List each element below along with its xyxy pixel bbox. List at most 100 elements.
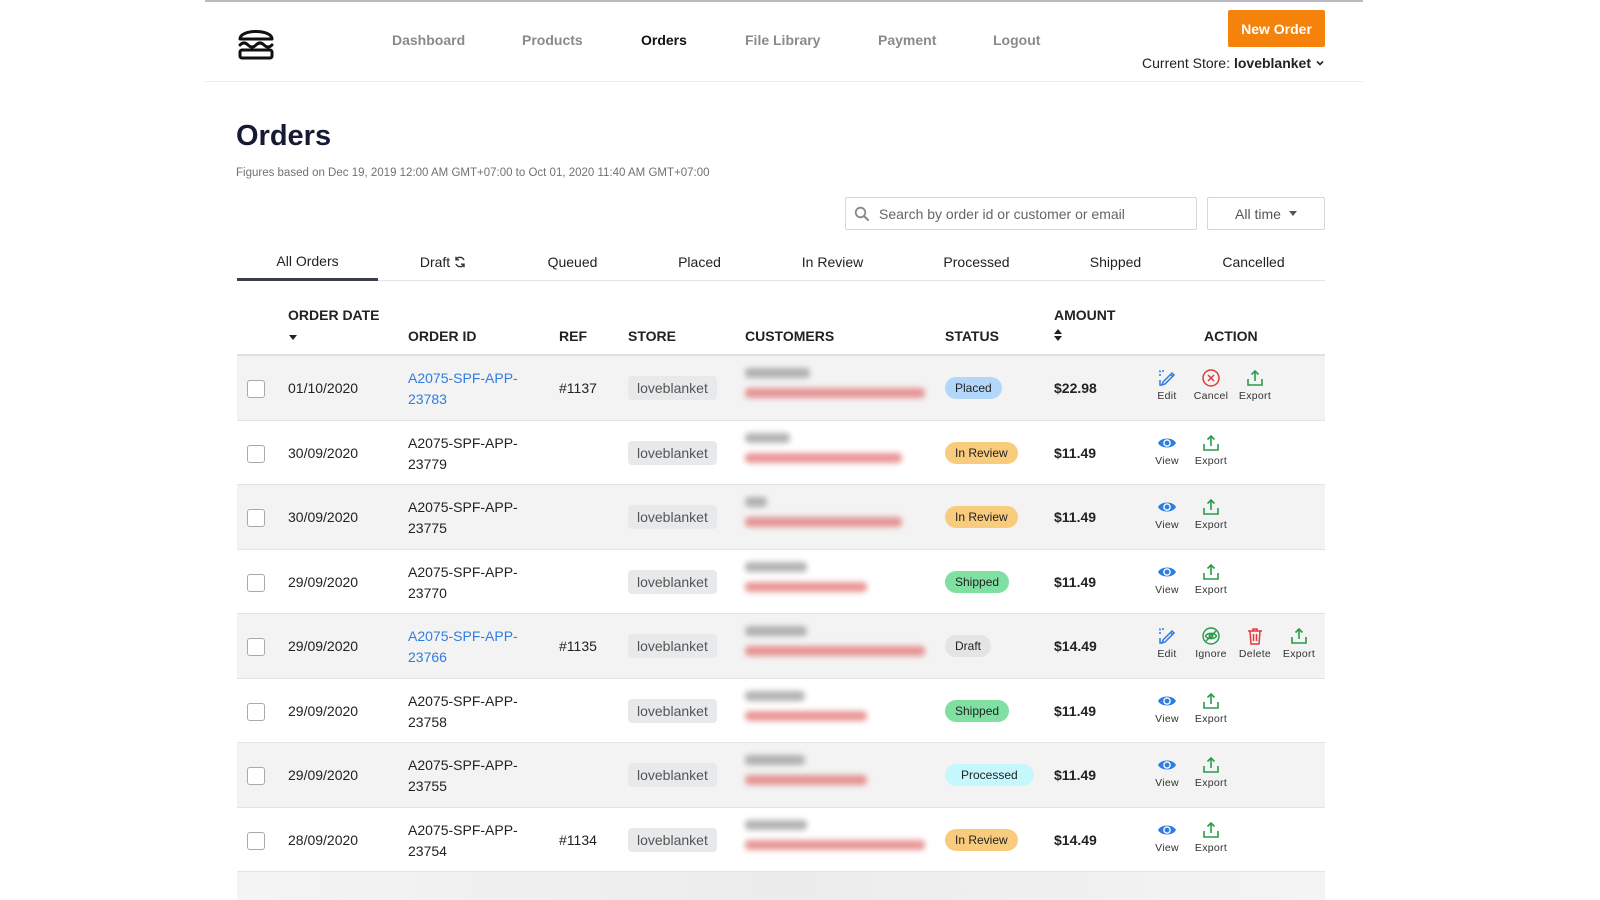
export-action-button[interactable]: Export (1191, 562, 1231, 596)
tab-placed[interactable]: Placed (629, 243, 770, 281)
order-id-part[interactable]: A2075-SPF-APP- (408, 626, 538, 647)
current-store-select[interactable]: Current Store: loveblanket (1142, 55, 1325, 71)
order-id-part: 23779 (408, 455, 447, 472)
order-date: 29/09/2020 (288, 767, 359, 783)
order-ref: #1135 (559, 638, 597, 654)
view-icon (1157, 691, 1177, 711)
order-amount: $11.49 (1054, 767, 1097, 783)
refresh-icon[interactable] (453, 255, 467, 269)
export-action-button[interactable]: Export (1191, 755, 1231, 789)
table-row[interactable]: 30/09/2020 A2075-SPF-APP- 23779 loveblank… (237, 421, 1325, 485)
table-row[interactable]: 01/10/2020 A2075-SPF-APP- 23783 #1137 lov… (237, 356, 1325, 421)
order-id-part[interactable]: A2075-SPF-APP- (408, 368, 538, 389)
view-action-button[interactable]: View (1147, 562, 1187, 596)
export-action-button[interactable]: Export (1191, 691, 1231, 725)
export-action-button[interactable]: Export (1191, 820, 1231, 854)
customer-email-blurred (745, 581, 867, 592)
nav-orders[interactable]: Orders (641, 32, 687, 48)
tab-in-review[interactable]: In Review (762, 243, 903, 281)
col-order-date[interactable]: ORDER DATE (288, 307, 380, 323)
table-row[interactable]: 29/09/2020 A2075-SPF-APP- 23755 loveblank… (237, 743, 1325, 808)
order-id-link[interactable]: A2075-SPF-APP- 23783 (408, 368, 538, 410)
export-action-button[interactable]: Export (1191, 497, 1231, 531)
row-checkbox[interactable] (247, 573, 265, 592)
customer-info (745, 561, 935, 592)
row-actions: View Export (1147, 691, 1231, 725)
export-action-button[interactable]: Export (1279, 626, 1319, 660)
order-date: 29/09/2020 (288, 702, 359, 719)
customer-info (745, 432, 935, 463)
export-action-button[interactable]: Export (1191, 433, 1231, 467)
row-checkbox[interactable] (247, 509, 265, 527)
row-checkbox[interactable] (247, 767, 265, 785)
row-checkbox[interactable] (247, 831, 265, 850)
row-actions: View Export (1147, 562, 1231, 596)
col-amount[interactable]: AMOUNT (1054, 307, 1115, 323)
col-status: STATUS (945, 328, 999, 344)
time-filter-dropdown[interactable]: All time (1207, 197, 1325, 230)
order-ref: #1134 (559, 831, 597, 848)
customer-info (745, 690, 935, 721)
customer-email-blurred (745, 517, 902, 527)
table-row[interactable]: 30/09/2020 A2075-SPF-APP- 23775 loveblank… (237, 485, 1325, 550)
order-id-part[interactable]: 23783 (408, 389, 538, 410)
store-tag: loveblanket (628, 569, 717, 594)
customer-email-blurred (745, 775, 867, 785)
customer-name-blurred (745, 432, 790, 443)
view-action-button[interactable]: View (1147, 691, 1187, 725)
nav-logout[interactable]: Logout (993, 32, 1040, 48)
row-actions: Edit Ignore Delete Export (1147, 626, 1319, 660)
order-id-part: 23755 (408, 778, 447, 794)
nav-dashboard[interactable]: Dashboard (392, 32, 465, 48)
tab-draft[interactable]: Draft (373, 243, 514, 281)
new-order-button[interactable]: New Order (1228, 10, 1325, 47)
view-action-button[interactable]: View (1147, 433, 1187, 467)
export-action-button[interactable]: Export (1235, 368, 1275, 402)
row-checkbox[interactable] (247, 702, 265, 721)
view-action-button[interactable]: View (1147, 755, 1187, 789)
table-row[interactable]: 29/09/2020 A2075-SPF-APP- 23758 loveblank… (237, 679, 1325, 743)
tab-queued[interactable]: Queued (502, 243, 643, 281)
edit-icon (1157, 368, 1177, 388)
nav-file-library[interactable]: File Library (745, 32, 820, 48)
table-row[interactable]: 29/09/2020 A2075-SPF-APP- 23770 loveblank… (237, 550, 1325, 614)
order-id: A2075-SPF-APP- 23770 (408, 562, 538, 604)
customer-info (745, 819, 935, 850)
delete-action-button[interactable]: Delete (1235, 626, 1275, 660)
sort-desc-icon[interactable] (289, 335, 297, 340)
cancel-action-button[interactable]: Cancel (1191, 368, 1231, 402)
view-action-button[interactable]: View (1147, 820, 1187, 854)
edit-action-button[interactable]: Edit (1147, 368, 1187, 402)
ignore-action-button[interactable]: Ignore (1191, 626, 1231, 660)
order-ref: #1137 (559, 380, 597, 396)
tab-cancelled[interactable]: Cancelled (1183, 243, 1324, 281)
customer-email-blurred (745, 452, 902, 463)
customer-name-blurred (745, 690, 805, 701)
action-label: Edit (1157, 648, 1177, 660)
row-checkbox[interactable] (247, 380, 265, 398)
sort-both-icon[interactable] (1054, 329, 1062, 341)
order-id-link[interactable]: A2075-SPF-APP- 23766 (408, 626, 538, 668)
row-checkbox[interactable] (247, 638, 265, 656)
nav-products[interactable]: Products (522, 32, 583, 48)
tab-shipped[interactable]: Shipped (1045, 243, 1186, 281)
edit-action-button[interactable]: Edit (1147, 626, 1187, 660)
search-input[interactable] (879, 205, 1179, 222)
tab-all-orders[interactable]: All Orders (237, 243, 378, 281)
view-action-button[interactable]: View (1147, 497, 1187, 531)
table-row[interactable]: 29/09/2020 A2075-SPF-APP- 23766 #1135 lov… (237, 614, 1325, 679)
row-checkbox[interactable] (247, 444, 265, 463)
order-id-part: A2075-SPF-APP- (408, 821, 518, 838)
nav-payment[interactable]: Payment (878, 32, 936, 48)
order-status-tabs: All Orders Draft Queued Placed In Review… (237, 243, 1325, 281)
col-store: STORE (628, 328, 676, 344)
customer-name-blurred (745, 497, 767, 507)
table-row[interactable]: 28/09/2020 A2075-SPF-APP- 23754 #1134 lov… (237, 808, 1325, 872)
table-header: ORDER DATE ORDER ID REF STORE CUSTOMERS … (237, 295, 1325, 356)
view-icon (1157, 497, 1177, 517)
next-row-partial (237, 872, 1325, 900)
tab-processed[interactable]: Processed (906, 243, 1047, 281)
customer-name-blurred (745, 626, 807, 636)
customer-email-blurred (745, 710, 867, 721)
order-id-part[interactable]: 23766 (408, 647, 538, 668)
